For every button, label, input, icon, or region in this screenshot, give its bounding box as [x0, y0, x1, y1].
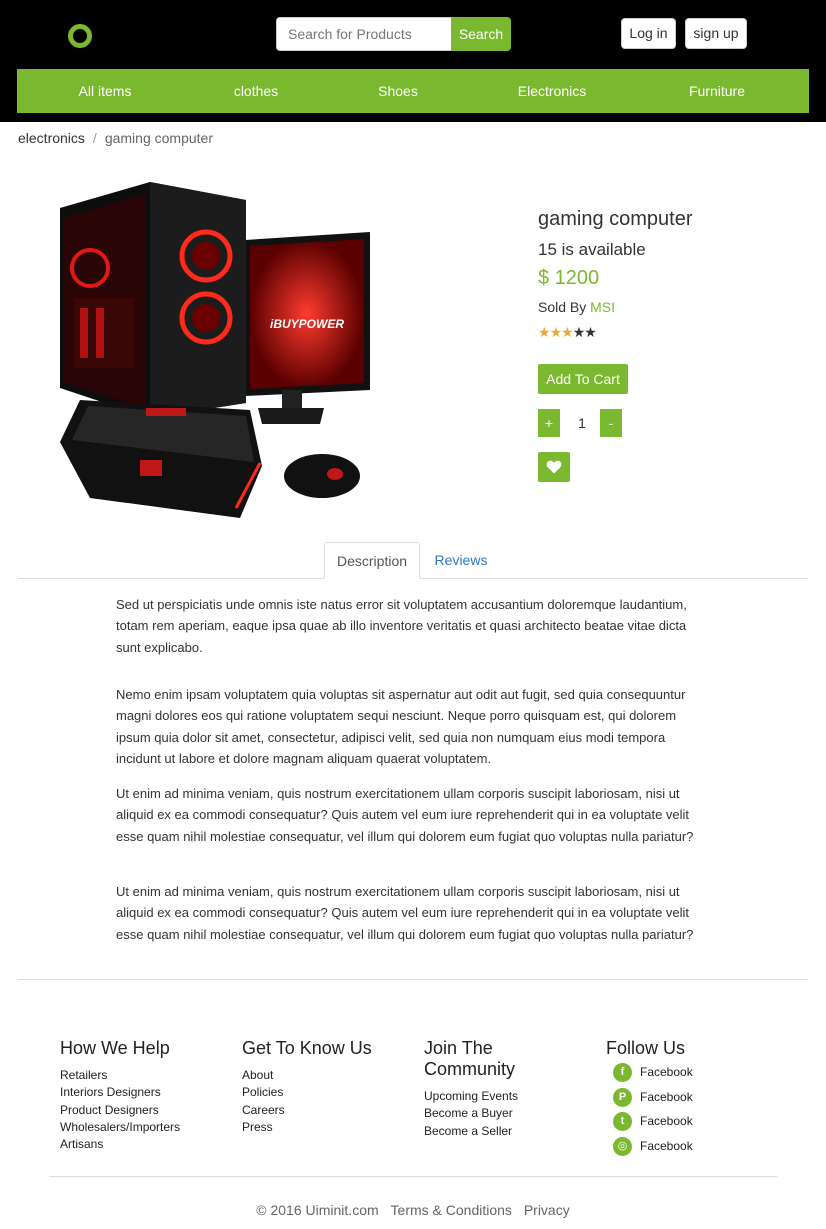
footer-link-upcoming-events[interactable]: Upcoming Events	[424, 1088, 534, 1105]
footer-link-interiors-designers[interactable]: Interiors Designers	[60, 1084, 180, 1101]
social-link-facebook[interactable]: f Facebook	[613, 1063, 733, 1083]
pinterest-icon: P	[613, 1088, 632, 1107]
breadcrumb-link-electronics[interactable]: electronics	[18, 130, 85, 146]
footer-heading: Get To Know Us	[242, 1038, 372, 1058]
breadcrumb-current: gaming computer	[104, 130, 213, 146]
footer-heading: Join The Community	[424, 1038, 516, 1079]
twitter-icon: t	[613, 1112, 632, 1131]
login-button[interactable]: Log in	[621, 18, 676, 49]
footer-col-how-we-help: How We Help Retailers Interiors Designer…	[60, 1038, 180, 1153]
nav-item-all-items[interactable]: All items	[45, 69, 165, 113]
product-seller: Sold By MSI	[538, 299, 615, 315]
footer-link-careers[interactable]: Careers	[242, 1102, 372, 1119]
social-link-instagram[interactable]: ◎ Facebook	[613, 1137, 733, 1157]
description-paragraph: Nemo enim ipsam voluptatem quia voluptas…	[116, 687, 686, 766]
star-empty-icon: ★	[584, 324, 597, 340]
terms-link[interactable]: Terms & Conditions	[391, 1202, 512, 1218]
description-paragraph: Ut enim ad minima veniam, quis nostrum e…	[116, 786, 694, 844]
footer-col-follow: Follow Us	[606, 1038, 685, 1059]
star-filled-icon: ★	[561, 324, 574, 340]
monitor-brand-logo: iBUYPOWER	[270, 317, 344, 331]
product-availability: 15 is available	[538, 240, 646, 259]
signup-button[interactable]: sign up	[685, 18, 747, 49]
wishlist-button[interactable]	[538, 452, 570, 482]
facebook-icon: f	[613, 1063, 632, 1082]
site-header: Search Log in sign up All items clothes …	[0, 0, 826, 122]
product-title: gaming computer	[538, 208, 693, 230]
rating-stars: ★★★★★	[538, 323, 597, 341]
social-label: Facebook	[640, 1139, 693, 1153]
copyright-divider	[49, 1176, 777, 1177]
quantity-decrease-button[interactable]: -	[600, 409, 622, 437]
footer-link-retailers[interactable]: Retailers	[60, 1067, 180, 1084]
footer-link-wholesalers[interactable]: Wholesalers/Importers	[60, 1119, 180, 1136]
footer-heading: How We Help	[60, 1038, 170, 1058]
sold-by-label: Sold By	[538, 299, 587, 315]
privacy-link[interactable]: Privacy	[524, 1202, 570, 1218]
social-label: Facebook	[640, 1114, 693, 1128]
footer-link-policies[interactable]: Policies	[242, 1084, 372, 1101]
product-image: iBUYPOWER	[60, 182, 370, 518]
main-nav: All items clothes Shoes Electronics Furn…	[17, 69, 809, 113]
quantity-increase-button[interactable]: +	[538, 409, 560, 437]
footer-col-get-to-know: Get To Know Us About Policies Careers Pr…	[242, 1038, 372, 1136]
footer-divider	[18, 979, 808, 980]
logo[interactable]	[68, 24, 92, 48]
star-filled-icon: ★	[538, 324, 551, 340]
product-price: $ 1200	[538, 267, 600, 289]
footer-link-become-buyer[interactable]: Become a Buyer	[424, 1105, 534, 1122]
star-filled-icon: ★	[549, 324, 563, 340]
search-button[interactable]: Search	[451, 17, 511, 51]
social-link-twitter[interactable]: t Facebook	[613, 1112, 733, 1132]
social-label: Facebook	[640, 1090, 693, 1104]
tab-reviews[interactable]: Reviews	[424, 542, 498, 579]
footer-link-product-designers[interactable]: Product Designers	[60, 1102, 180, 1119]
heart-icon	[546, 460, 562, 474]
search-input[interactable]	[276, 17, 452, 51]
footer-link-artisans[interactable]: Artisans	[60, 1136, 180, 1153]
description-paragraph: Sed ut perspiciatis unde omnis iste natu…	[116, 597, 687, 655]
footer-link-about[interactable]: About	[242, 1067, 372, 1084]
footer-col-community: Join The Community Upcoming Events Becom…	[424, 1038, 534, 1140]
seller-link[interactable]: MSI	[590, 299, 615, 315]
nav-item-shoes[interactable]: Shoes	[338, 69, 458, 113]
star-empty-icon: ★	[572, 324, 586, 340]
copyright-bar: © 2016 Uiminit.com Terms & Conditions Pr…	[0, 1202, 826, 1218]
nav-item-furniture[interactable]: Furniture	[657, 69, 777, 113]
footer-link-press[interactable]: Press	[242, 1119, 372, 1136]
footer-heading: Follow Us	[606, 1038, 686, 1058]
copyright-text: © 2016 Uiminit.com	[256, 1202, 379, 1218]
add-to-cart-button[interactable]: Add To Cart	[538, 364, 628, 394]
nav-item-electronics[interactable]: Electronics	[492, 69, 612, 113]
quantity-value: 1	[578, 415, 586, 431]
footer-link-become-seller[interactable]: Become a Seller	[424, 1123, 534, 1140]
breadcrumb: electronics / gaming computer	[18, 130, 213, 146]
tab-description[interactable]: Description	[324, 542, 420, 579]
breadcrumb-separator: /	[92, 130, 97, 146]
description-paragraph: Ut enim ad minima veniam, quis nostrum e…	[116, 884, 694, 942]
social-link-pinterest[interactable]: P Facebook	[613, 1088, 733, 1108]
nav-item-clothes[interactable]: clothes	[196, 69, 316, 113]
instagram-icon: ◎	[613, 1137, 632, 1156]
social-label: Facebook	[640, 1065, 693, 1079]
